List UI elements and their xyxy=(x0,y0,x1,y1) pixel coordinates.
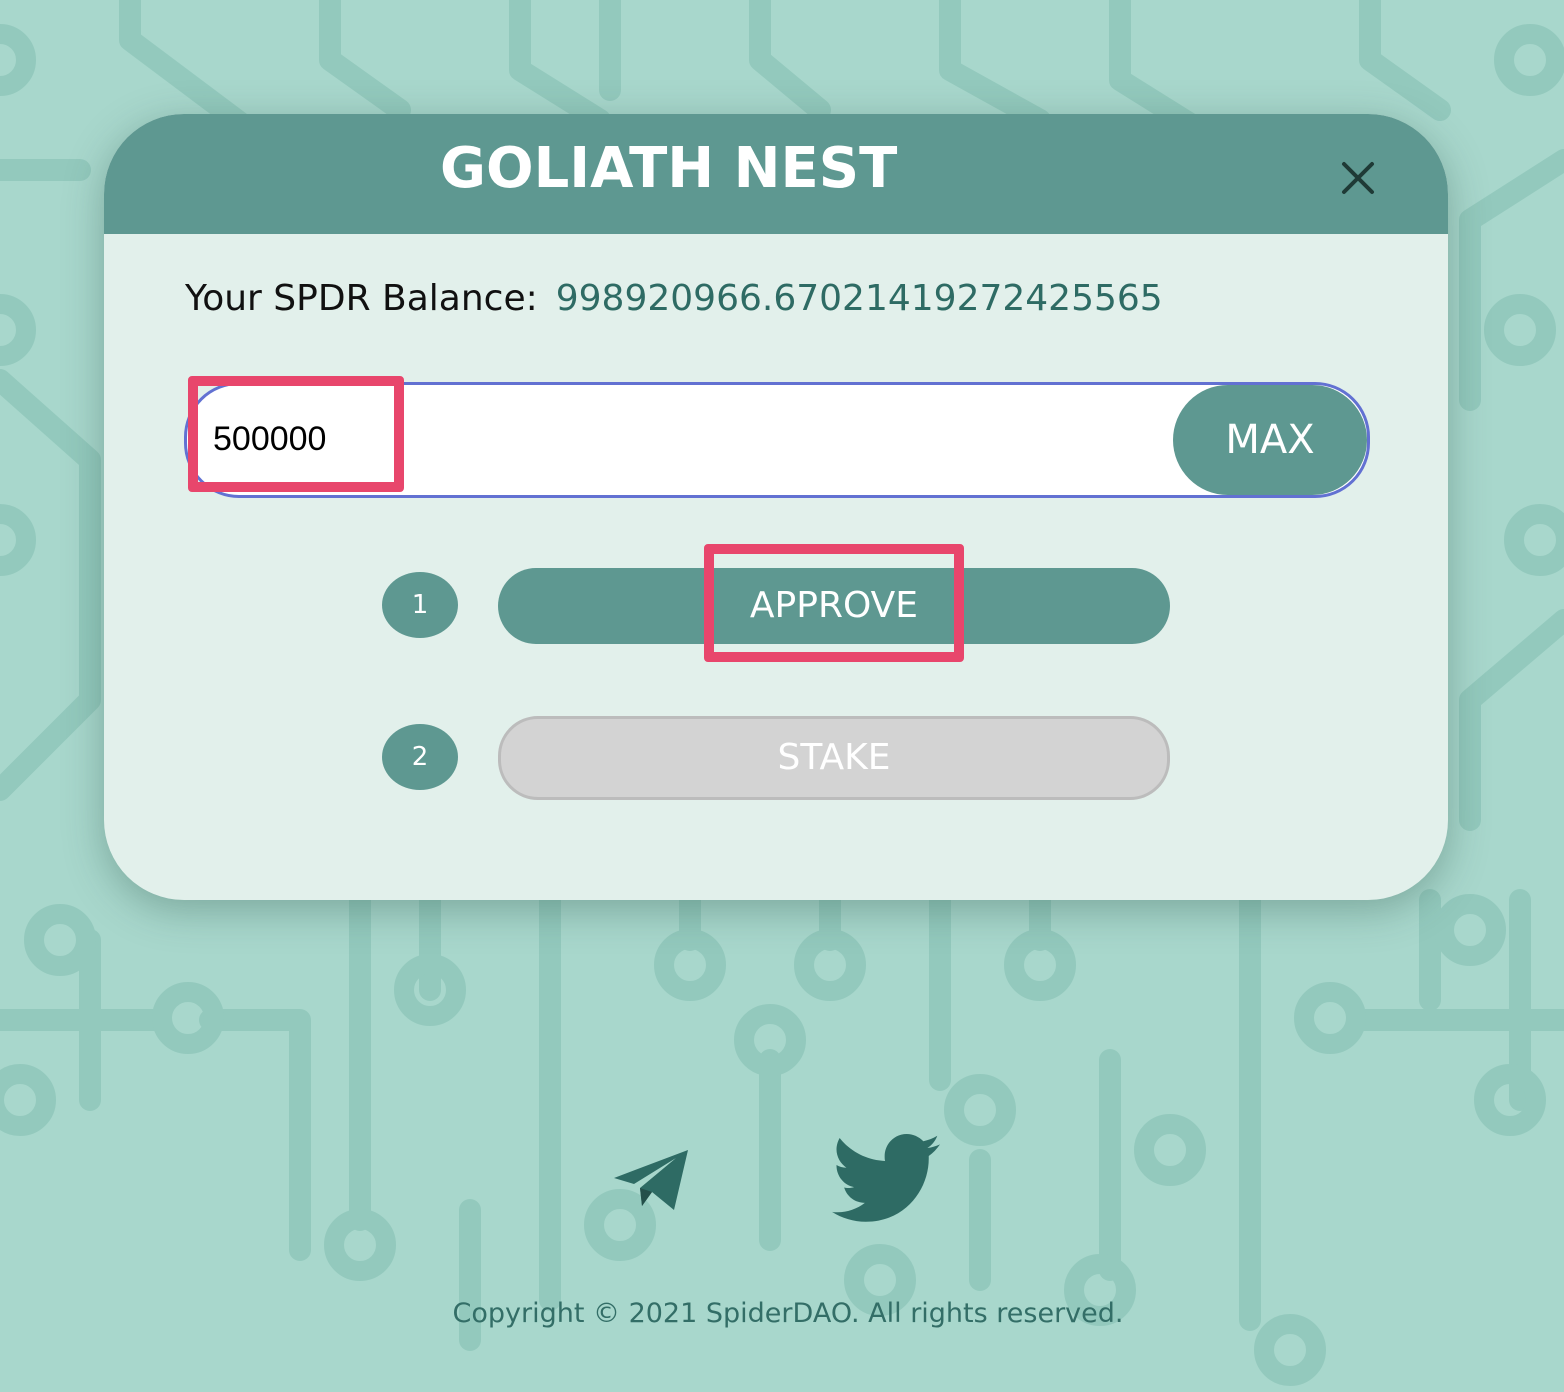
balance-value: 998920966.67021419272425565 xyxy=(555,278,1163,319)
balance-row: Your SPDR Balance: 998920966.670214192724… xyxy=(185,278,1163,319)
close-icon[interactable] xyxy=(1336,156,1380,200)
step-2-badge: 2 xyxy=(382,724,458,790)
amount-input[interactable] xyxy=(213,411,1113,467)
twitter-icon[interactable] xyxy=(832,1134,940,1224)
balance-label: Your SPDR Balance: xyxy=(185,278,538,319)
modal-header: GOLIATH NEST xyxy=(104,114,1448,234)
step-1-badge: 1 xyxy=(382,572,458,638)
stake-button[interactable]: STAKE xyxy=(498,716,1170,800)
amount-field: MAX xyxy=(184,382,1370,498)
approve-button[interactable]: APPROVE xyxy=(498,568,1170,644)
modal-title: GOLIATH NEST xyxy=(440,136,898,201)
max-button[interactable]: MAX xyxy=(1173,385,1367,495)
telegram-icon[interactable] xyxy=(612,1148,692,1214)
copyright-text: Copyright © 2021 SpiderDAO. All rights r… xyxy=(452,1298,1124,1329)
stake-modal: GOLIATH NEST Your SPDR Balance: 998920966… xyxy=(104,114,1448,900)
